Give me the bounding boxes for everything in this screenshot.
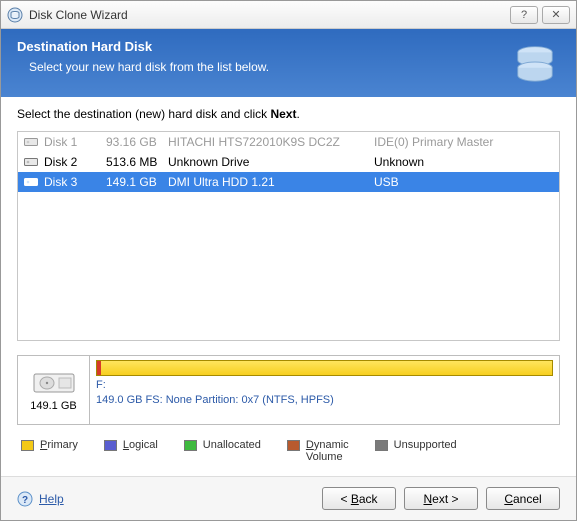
disk-name: Disk 2 <box>44 155 106 169</box>
back-button[interactable]: < Back <box>322 487 396 510</box>
legend-primary-label: rimary <box>47 439 78 451</box>
content-area: Select the destination (new) hard disk a… <box>1 97 576 463</box>
hdd-large-icon <box>33 368 75 398</box>
hdd-icon <box>24 176 38 188</box>
disk-size: 93.16 GB <box>106 135 168 149</box>
legend-logical: Logical <box>104 439 158 451</box>
help-window-button[interactable]: ? <box>510 6 538 24</box>
wizard-footer: ? Help < Back Next > Cancel <box>1 476 576 520</box>
instruction-text: Select the destination (new) hard disk a… <box>17 107 560 121</box>
legend-unsupported-label: Unsupported <box>394 439 457 451</box>
disk-interface: IDE(0) Primary Master <box>368 135 553 149</box>
close-window-button[interactable]: ✕ <box>542 6 570 24</box>
instruction-prefix: Select the destination (new) hard disk a… <box>17 107 270 121</box>
partition-details: 149.0 GB FS: None Partition: 0x7 (NTFS, … <box>96 393 553 408</box>
titlebar: Disk Clone Wizard ? ✕ <box>1 1 576 29</box>
partition-legend: Primary Logical Unallocated DynamicVolum… <box>17 439 560 463</box>
svg-text:?: ? <box>22 495 28 506</box>
disk-detail-panel: 149.1 GB F: 149.0 GB FS: None Partition:… <box>17 355 560 425</box>
legend-dynamic: DynamicVolume <box>287 439 349 463</box>
window-buttons: ? ✕ <box>510 6 570 24</box>
disk-row[interactable]: Disk 2 513.6 MB Unknown Drive Unknown <box>18 152 559 172</box>
disk-model: HITACHI HTS722010K9S DC2Z <box>168 135 368 149</box>
instruction-bold: Next <box>270 107 296 121</box>
disk-interface: Unknown <box>368 155 553 169</box>
swatch-unsupported <box>375 440 388 451</box>
cancel-button[interactable]: Cancel <box>486 487 560 510</box>
detail-disk-graphic: 149.1 GB <box>18 356 90 424</box>
disk-model: DMI Ultra HDD 1.21 <box>168 175 368 189</box>
disk-row[interactable]: Disk 3 149.1 GB DMI Ultra HDD 1.21 USB <box>18 172 559 192</box>
header-subtitle: Select your new hard disk from the list … <box>29 60 560 74</box>
swatch-primary <box>21 440 34 451</box>
legend-unsupported: Unsupported <box>375 439 457 451</box>
disk-interface: USB <box>368 175 553 189</box>
partition-drive-letter: F: <box>96 378 553 393</box>
swatch-dynamic <box>287 440 300 451</box>
disk-row[interactable]: Disk 1 93.16 GB HITACHI HTS722010K9S DC2… <box>18 132 559 152</box>
disk-size: 149.1 GB <box>106 175 168 189</box>
header-title: Destination Hard Disk <box>17 39 560 54</box>
hdd-icon <box>24 156 38 168</box>
window-title: Disk Clone Wizard <box>29 8 510 22</box>
disk-size: 513.6 MB <box>106 155 168 169</box>
partition-info: F: 149.0 GB FS: None Partition: 0x7 (NTF… <box>96 378 553 409</box>
legend-logical-label: ogical <box>129 439 158 451</box>
legend-unallocated-label: Unallocated <box>203 439 261 451</box>
legend-primary: Primary <box>21 439 78 451</box>
disk-list[interactable]: Disk 1 93.16 GB HITACHI HTS722010K9S DC2… <box>17 131 560 341</box>
wizard-window: Disk Clone Wizard ? ✕ Destination Hard D… <box>0 0 577 521</box>
help-icon: ? <box>17 491 33 507</box>
disk-model: Unknown Drive <box>168 155 368 169</box>
help-link[interactable]: ? Help <box>17 491 64 507</box>
swatch-logical <box>104 440 117 451</box>
partition-bar[interactable] <box>96 360 553 376</box>
detail-total-size: 149.1 GB <box>30 400 76 412</box>
help-label: Help <box>39 492 64 506</box>
swatch-unallocated <box>184 440 197 451</box>
hdd-icon <box>24 136 38 148</box>
detail-partition-area: F: 149.0 GB FS: None Partition: 0x7 (NTF… <box>90 356 559 424</box>
app-icon <box>7 7 23 23</box>
wizard-header: Destination Hard Disk Select your new ha… <box>1 29 576 97</box>
instruction-suffix: . <box>296 107 299 121</box>
disk-stack-icon <box>512 39 558 85</box>
disk-name: Disk 1 <box>44 135 106 149</box>
disk-name: Disk 3 <box>44 175 106 189</box>
next-button[interactable]: Next > <box>404 487 478 510</box>
legend-unallocated: Unallocated <box>184 439 261 451</box>
legend-dynamic-label: ynamic <box>314 439 349 451</box>
